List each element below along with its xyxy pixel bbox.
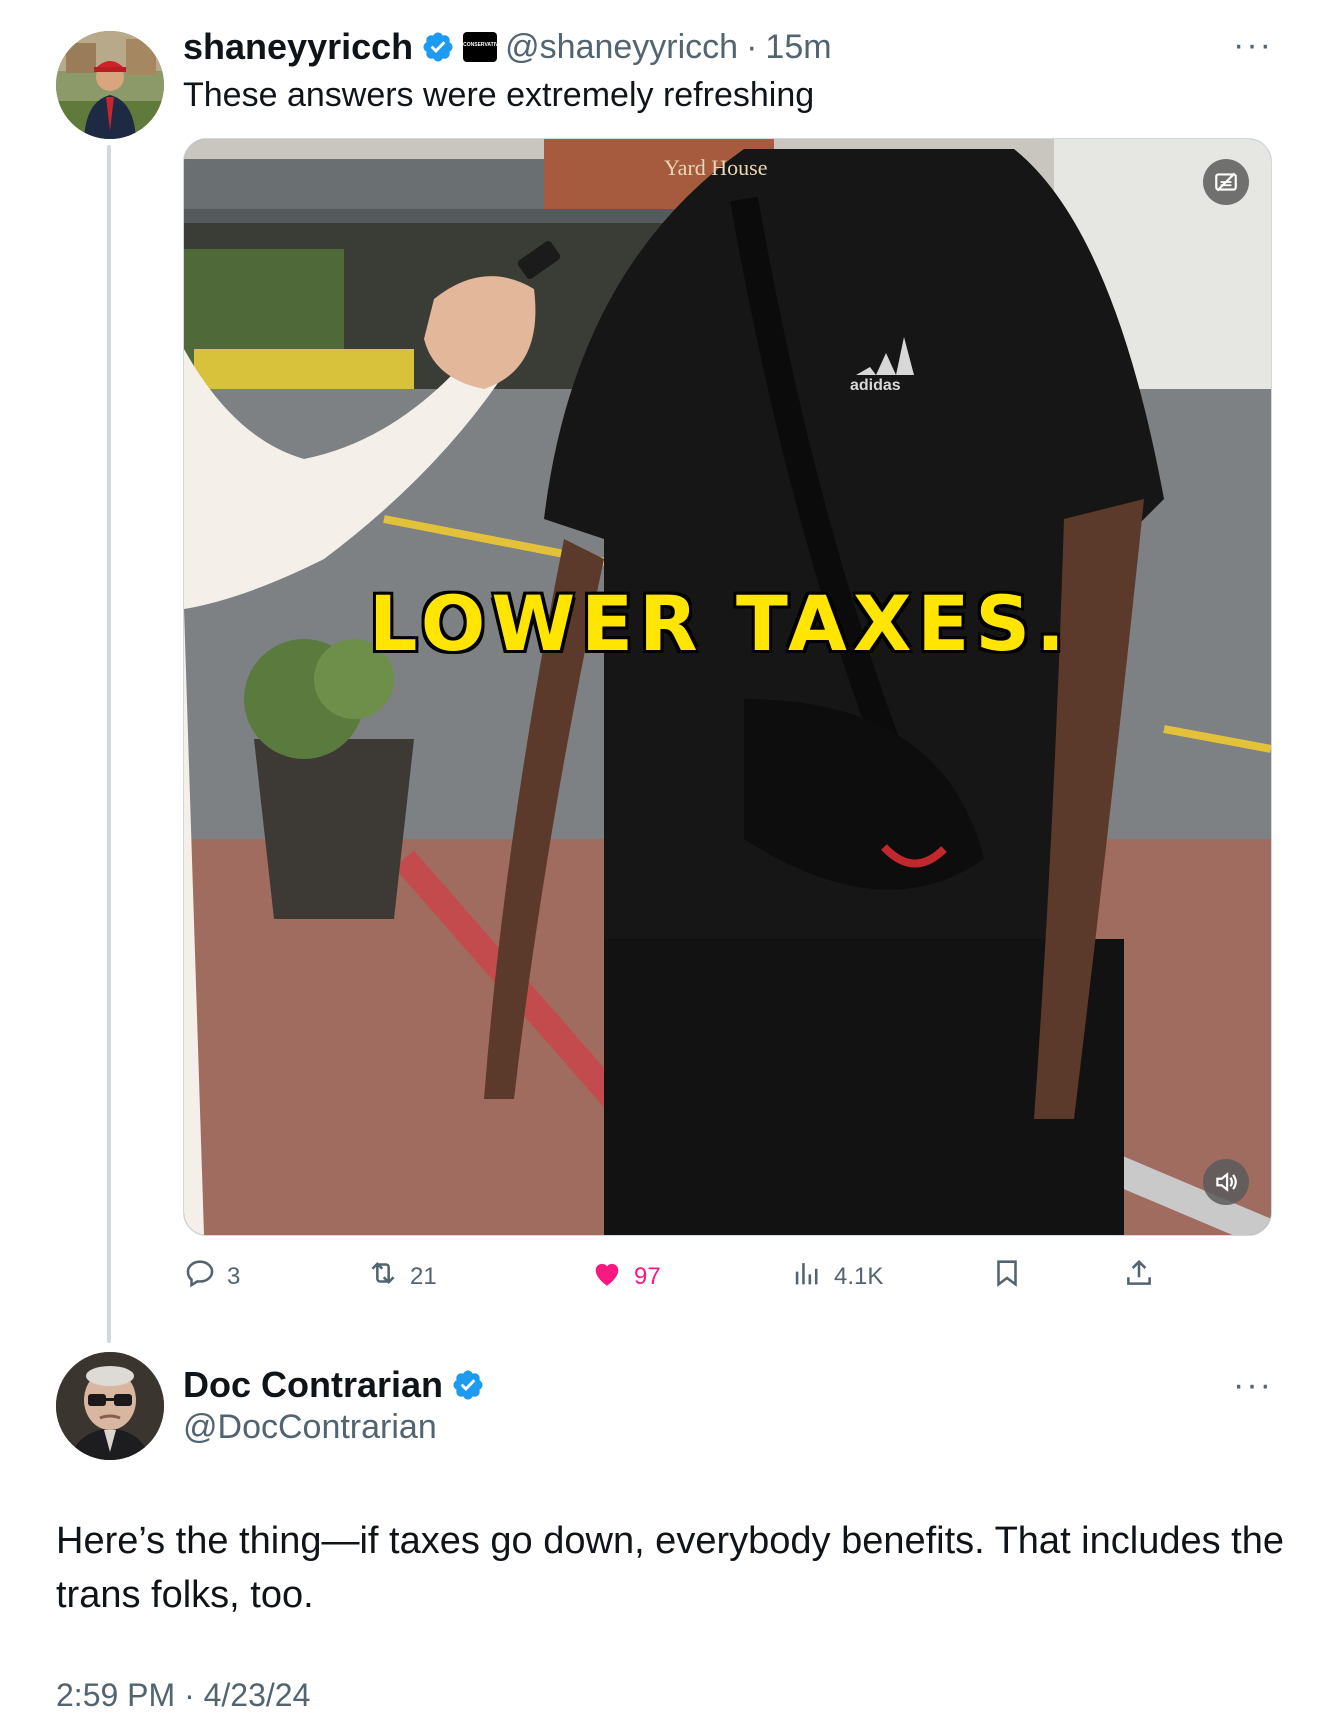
separator: · [746,27,758,66]
views-icon [790,1256,824,1297]
reply-button[interactable]: 3 [183,1256,240,1297]
heart-icon [590,1256,624,1297]
reply-text: Here’s the thing—if taxes go down, every… [56,1520,1284,1616]
more-options-icon[interactable]: ··· [1233,26,1273,65]
views-button[interactable]: 4.1K [790,1256,883,1297]
bookmark-button[interactable] [990,1256,1024,1297]
views-count: 4.1K [834,1262,884,1290]
like-count: 97 [634,1262,661,1290]
thread-line [107,145,111,1343]
handle[interactable]: @DocContrarian [183,1408,437,1447]
affiliation-badge-label: CONSERVATIVE [463,42,498,48]
post-timestamp[interactable]: 2:59 PM · 4/23/24 [56,1677,310,1714]
more-options-icon[interactable]: ··· [1233,1366,1273,1405]
retweet-icon [366,1256,400,1297]
retweet-count: 21 [410,1262,437,1290]
captions-icon[interactable] [1203,159,1249,205]
avatar[interactable] [56,1352,164,1460]
verified-icon [451,1368,485,1402]
bookmark-icon [990,1256,1024,1297]
video-caption: LOWER TAXES. [368,578,1071,670]
avatar[interactable] [56,31,164,139]
tweet-text: These answers were extremely refreshing [183,76,815,114]
volume-icon[interactable] [1203,1159,1249,1205]
display-name[interactable]: shaneyyricch [183,26,413,68]
affiliation-badge[interactable]: CONSERVATIVE [463,32,498,62]
video-frame [184,139,1271,1235]
reply-count: 3 [227,1262,241,1290]
shirt-logo-text: adidas [850,377,901,394]
display-name[interactable]: Doc Contrarian [183,1364,443,1406]
video-player[interactable]: LOWER TAXES. Yard House adidas [183,138,1272,1236]
like-button[interactable]: 97 [590,1256,661,1297]
timestamp[interactable]: 15m [765,28,831,67]
handle[interactable]: @shaneyyricch [505,28,738,67]
store-sign: Yard House [664,155,768,180]
retweet-button[interactable]: 21 [366,1256,437,1297]
verified-icon [421,30,455,64]
tweet-header: shaneyyricch CONSERVATIVE @shaneyyricch … [183,26,832,68]
share-icon [1122,1256,1156,1297]
share-button[interactable] [1122,1256,1156,1297]
reply-header: Doc Contrarian [183,1364,485,1406]
reply-icon [183,1256,217,1297]
